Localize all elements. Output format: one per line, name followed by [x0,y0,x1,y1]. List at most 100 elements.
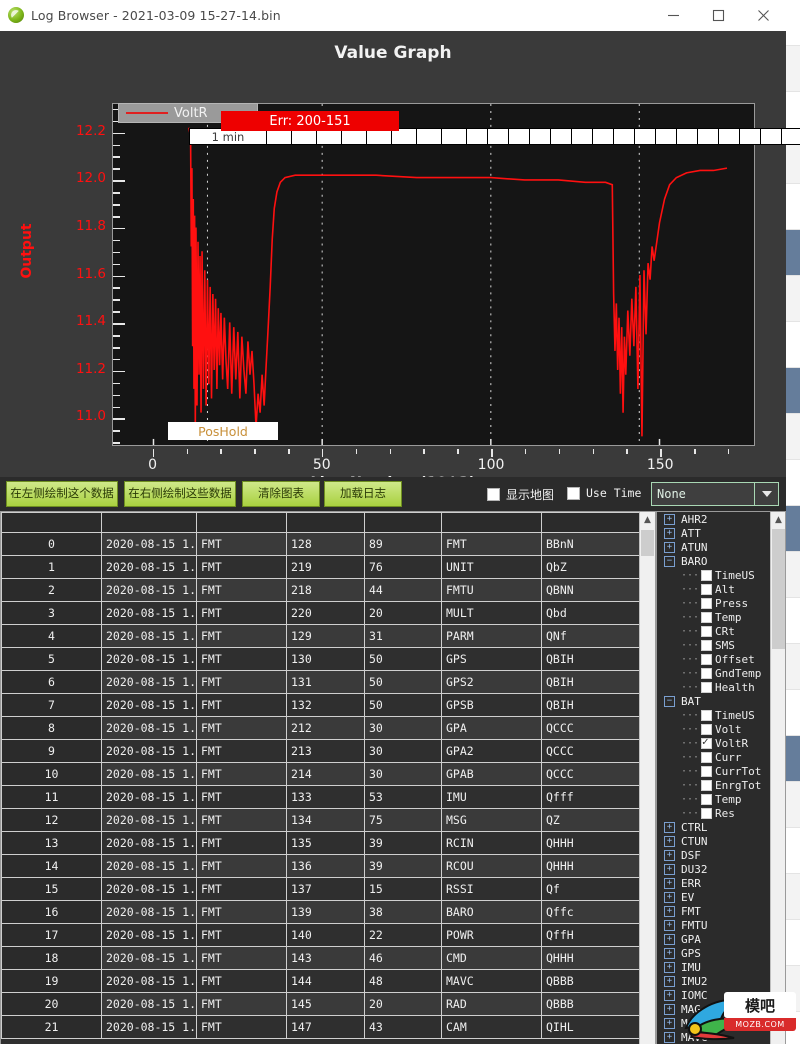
cell-format[interactable]: QffH [541,923,642,947]
cell-a[interactable]: 128 [286,532,365,556]
table-row[interactable]: 102020-08-15 1...FMT21430GPABQCCC [1,762,642,786]
cell-name[interactable]: BARO [441,900,542,924]
cell-a[interactable]: 145 [286,992,365,1016]
cell-format[interactable]: Qffc [541,900,642,924]
tree-checkbox[interactable] [701,779,712,791]
cell-time[interactable]: 2020-08-15 1... [101,1015,197,1039]
cell-format[interactable]: QIHL [541,1015,642,1039]
cell-b[interactable]: 44 [364,578,442,602]
minimize-button[interactable] [651,0,696,31]
cell-index[interactable]: 2 [1,578,102,602]
table-row[interactable]: 72020-08-15 1...FMT13250GPSBQBIH [1,693,642,717]
timeline-box[interactable] [441,128,467,145]
table-row[interactable]: 202020-08-15 1...FMT14520RADQBBB [1,992,642,1016]
table-row[interactable]: 32020-08-15 1...FMT22020MULTQbd [1,601,642,625]
cell-index[interactable]: 15 [1,877,102,901]
cell-time[interactable]: 2020-08-15 1... [101,739,197,763]
collapse-icon[interactable]: − [664,695,675,707]
tree-field-currtot[interactable]: ···· CurrTot [657,764,771,778]
checkbox-box[interactable] [487,488,500,501]
timeline-box[interactable] [613,128,635,145]
cell-time[interactable]: 2020-08-15 1... [101,601,197,625]
cell-format[interactable]: QBBB [541,992,642,1016]
expand-icon[interactable]: + [664,849,675,861]
tree-group-mag[interactable]: + MAG [657,1002,771,1016]
graph-source-dropdown[interactable]: None [651,482,779,506]
cell-time[interactable]: 2020-08-15 1... [101,670,197,694]
cell-format[interactable]: Qbd [541,601,642,625]
cell-b[interactable]: 31 [364,624,442,648]
table-row[interactable]: 82020-08-15 1...FMT21230GPAQCCC [1,716,642,740]
expand-icon[interactable]: + [664,863,675,875]
col-header-format[interactable] [541,512,642,533]
timeline-box[interactable] [634,128,656,145]
cell-index[interactable]: 14 [1,854,102,878]
cell-name[interactable]: GPS [441,647,542,671]
cell-type[interactable]: FMT [196,831,287,855]
expand-icon[interactable]: + [664,975,675,987]
col-header-name[interactable] [441,512,542,533]
timeline-box[interactable] [739,128,761,145]
timeline-box[interactable] [529,128,551,145]
message-tree[interactable]: +AHR2+ATT+ATUN−BARO····TimeUS····Alt····… [656,511,786,1044]
tree-group-du32[interactable]: + DU32 [657,862,771,876]
table-row[interactable]: 92020-08-15 1...FMT21330GPA2QCCC [1,739,642,763]
tree-field-crt[interactable]: ···· CRt [657,624,771,638]
cell-b[interactable]: 50 [364,693,442,717]
cell-name[interactable]: RSSI [441,877,542,901]
tree-checkbox[interactable] [701,639,712,651]
cell-type[interactable]: FMT [196,555,287,579]
tree-group-imu[interactable]: + IMU [657,960,771,974]
cell-type[interactable]: FMT [196,808,287,832]
cell-name[interactable]: RAD [441,992,542,1016]
cell-b[interactable]: 20 [364,601,442,625]
cell-b[interactable]: 50 [364,647,442,671]
cell-type[interactable]: FMT [196,532,287,556]
timeline-box[interactable] [416,128,442,145]
tree-group-dsf[interactable]: + DSF [657,848,771,862]
cell-index[interactable]: 0 [1,532,102,556]
cell-index[interactable]: 12 [1,808,102,832]
expand-icon[interactable]: + [664,527,675,539]
cell-a[interactable]: 135 [286,831,365,855]
cell-b[interactable]: 50 [364,670,442,694]
cell-format[interactable]: BBnN [541,532,642,556]
timeline-box[interactable] [466,128,488,145]
table-row[interactable]: 182020-08-15 1...FMT14346CMDQHHH [1,946,642,970]
table-row[interactable]: 122020-08-15 1...FMT13475MSGQZ [1,808,642,832]
cell-a[interactable]: 134 [286,808,365,832]
expand-icon[interactable]: + [664,989,675,1001]
cell-b[interactable]: 30 [364,762,442,786]
cell-name[interactable]: UNIT [441,555,542,579]
tree-group-err[interactable]: + ERR [657,876,771,890]
timeline-box[interactable] [487,128,509,145]
cell-name[interactable]: RCIN [441,831,542,855]
tree-checkbox[interactable] [701,709,712,721]
cell-type[interactable]: FMT [196,854,287,878]
scrollbar-thumb[interactable] [641,530,654,556]
table-row[interactable]: 172020-08-15 1...FMT14022POWRQffH [1,923,642,947]
table-row[interactable]: 42020-08-15 1...FMT12931PARMQNf [1,624,642,648]
cell-time[interactable]: 2020-08-15 1... [101,555,197,579]
cell-time[interactable]: 2020-08-15 1... [101,762,197,786]
cell-type[interactable]: FMT [196,1015,287,1039]
scrollbar-thumb[interactable] [772,529,785,649]
cell-time[interactable]: 2020-08-15 1... [101,900,197,924]
cell-format[interactable]: QCCC [541,716,642,740]
tree-group-bat[interactable]: − BAT [657,694,771,708]
tree-checkbox[interactable] [701,723,712,735]
expand-icon[interactable]: + [664,933,675,945]
cell-name[interactable]: MSG [441,808,542,832]
cell-a[interactable]: 129 [286,624,365,648]
cell-time[interactable]: 2020-08-15 1... [101,992,197,1016]
cell-time[interactable]: 2020-08-15 1... [101,831,197,855]
cell-a[interactable]: 140 [286,923,365,947]
tree-group-fmtu[interactable]: + FMTU [657,918,771,932]
timeline-box[interactable] [718,128,740,145]
cell-format[interactable]: QZ [541,808,642,832]
table-vertical-scrollbar[interactable]: ▲ ▼ [639,512,655,1044]
cell-a[interactable]: 212 [286,716,365,740]
col-header-index[interactable] [1,512,102,533]
cell-format[interactable]: QCCC [541,739,642,763]
cell-name[interactable]: FMTU [441,578,542,602]
